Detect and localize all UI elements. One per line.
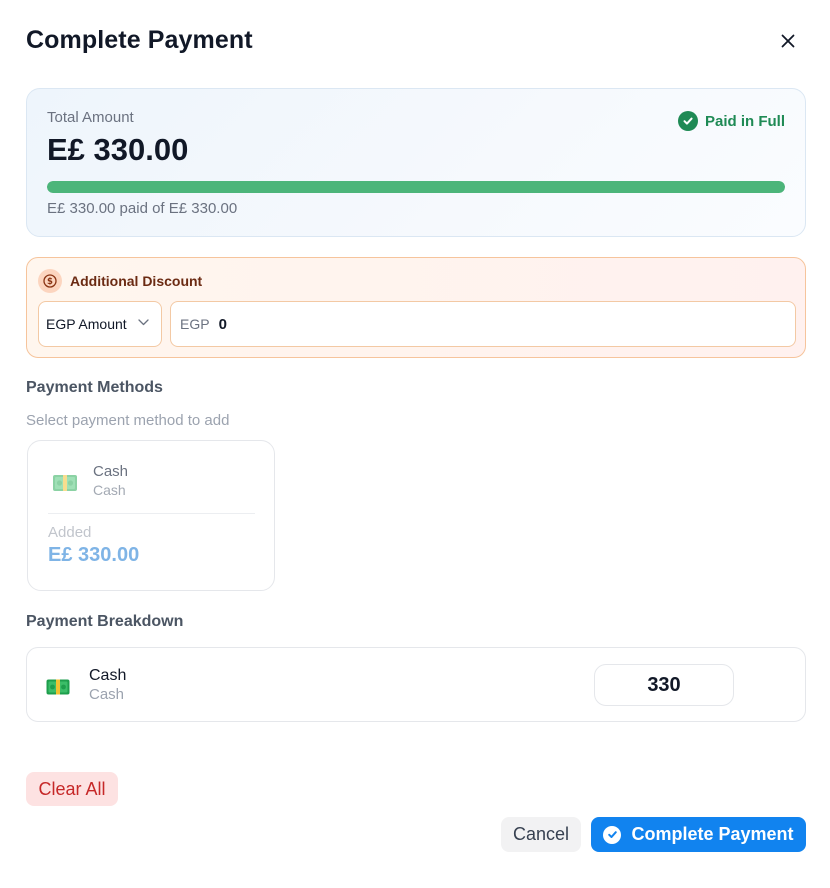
chevron-down-icon xyxy=(138,319,149,326)
breakdown-amount-input[interactable]: 330 xyxy=(594,664,734,706)
discount-header: $ Additional Discount xyxy=(38,269,202,293)
cash-icon xyxy=(53,475,77,491)
total-amount-label: Total Amount xyxy=(47,109,134,126)
check-circle-icon xyxy=(677,111,698,131)
cash-icon xyxy=(46,679,70,695)
payment-method-cash-card[interactable]: Cash Cash Added E£ 330.00 xyxy=(27,440,275,591)
close-icon xyxy=(781,34,795,48)
payment-method-name: Cash xyxy=(93,463,129,480)
modal-title: Complete Payment xyxy=(26,26,253,54)
complete-payment-label: Complete Payment xyxy=(631,824,794,844)
breakdown-row-cash: Cash Cash 330 xyxy=(26,647,806,722)
discount-amount-field: EGP xyxy=(170,301,796,347)
payment-method-subtitle: Cash xyxy=(93,482,126,498)
payment-progress-fill xyxy=(47,181,785,193)
payment-method-added-value: E£ 330.00 xyxy=(48,544,140,566)
check-circle-icon xyxy=(603,825,622,844)
discount-type-select[interactable]: EGP Amount xyxy=(38,301,162,347)
discount-title: Additional Discount xyxy=(70,273,203,289)
discount-amount-input[interactable] xyxy=(218,315,719,333)
breakdown-method-name: Cash xyxy=(89,667,127,684)
payment-progress-bar xyxy=(47,181,785,193)
payment-breakdown-title: Payment Breakdown xyxy=(26,613,184,630)
additional-discount-card: $ Additional Discount EGP Amount EGP xyxy=(26,257,806,358)
svg-text:$: $ xyxy=(47,277,53,287)
close-button[interactable] xyxy=(774,27,802,55)
discount-currency-prefix: EGP xyxy=(180,316,210,332)
breakdown-method-subtitle: Cash xyxy=(89,686,125,703)
divider xyxy=(48,513,255,514)
payment-progress-text: E£ 330.00 paid of E£ 330.00 xyxy=(47,200,238,217)
total-amount-value: E£ 330.00 xyxy=(47,132,189,167)
payment-methods-title: Payment Methods xyxy=(26,379,163,396)
paid-status-badge: Paid in Full xyxy=(677,111,785,131)
payment-methods-subtitle: Select payment method to add xyxy=(26,412,230,429)
complete-payment-button[interactable]: Complete Payment xyxy=(591,817,806,852)
payment-modal: Complete Payment Total Amount E£ 330.00 … xyxy=(0,0,830,888)
payment-method-added-label: Added xyxy=(48,524,92,541)
discount-type-value: EGP Amount xyxy=(46,316,127,332)
paid-status-text: Paid in Full xyxy=(704,112,785,130)
cancel-button[interactable]: Cancel xyxy=(501,817,581,852)
total-summary-card: Total Amount E£ 330.00 Paid in Full E£ 3… xyxy=(26,88,806,237)
clear-all-button[interactable]: Clear All xyxy=(26,772,118,806)
dollar-coin-icon: $ xyxy=(38,269,62,293)
